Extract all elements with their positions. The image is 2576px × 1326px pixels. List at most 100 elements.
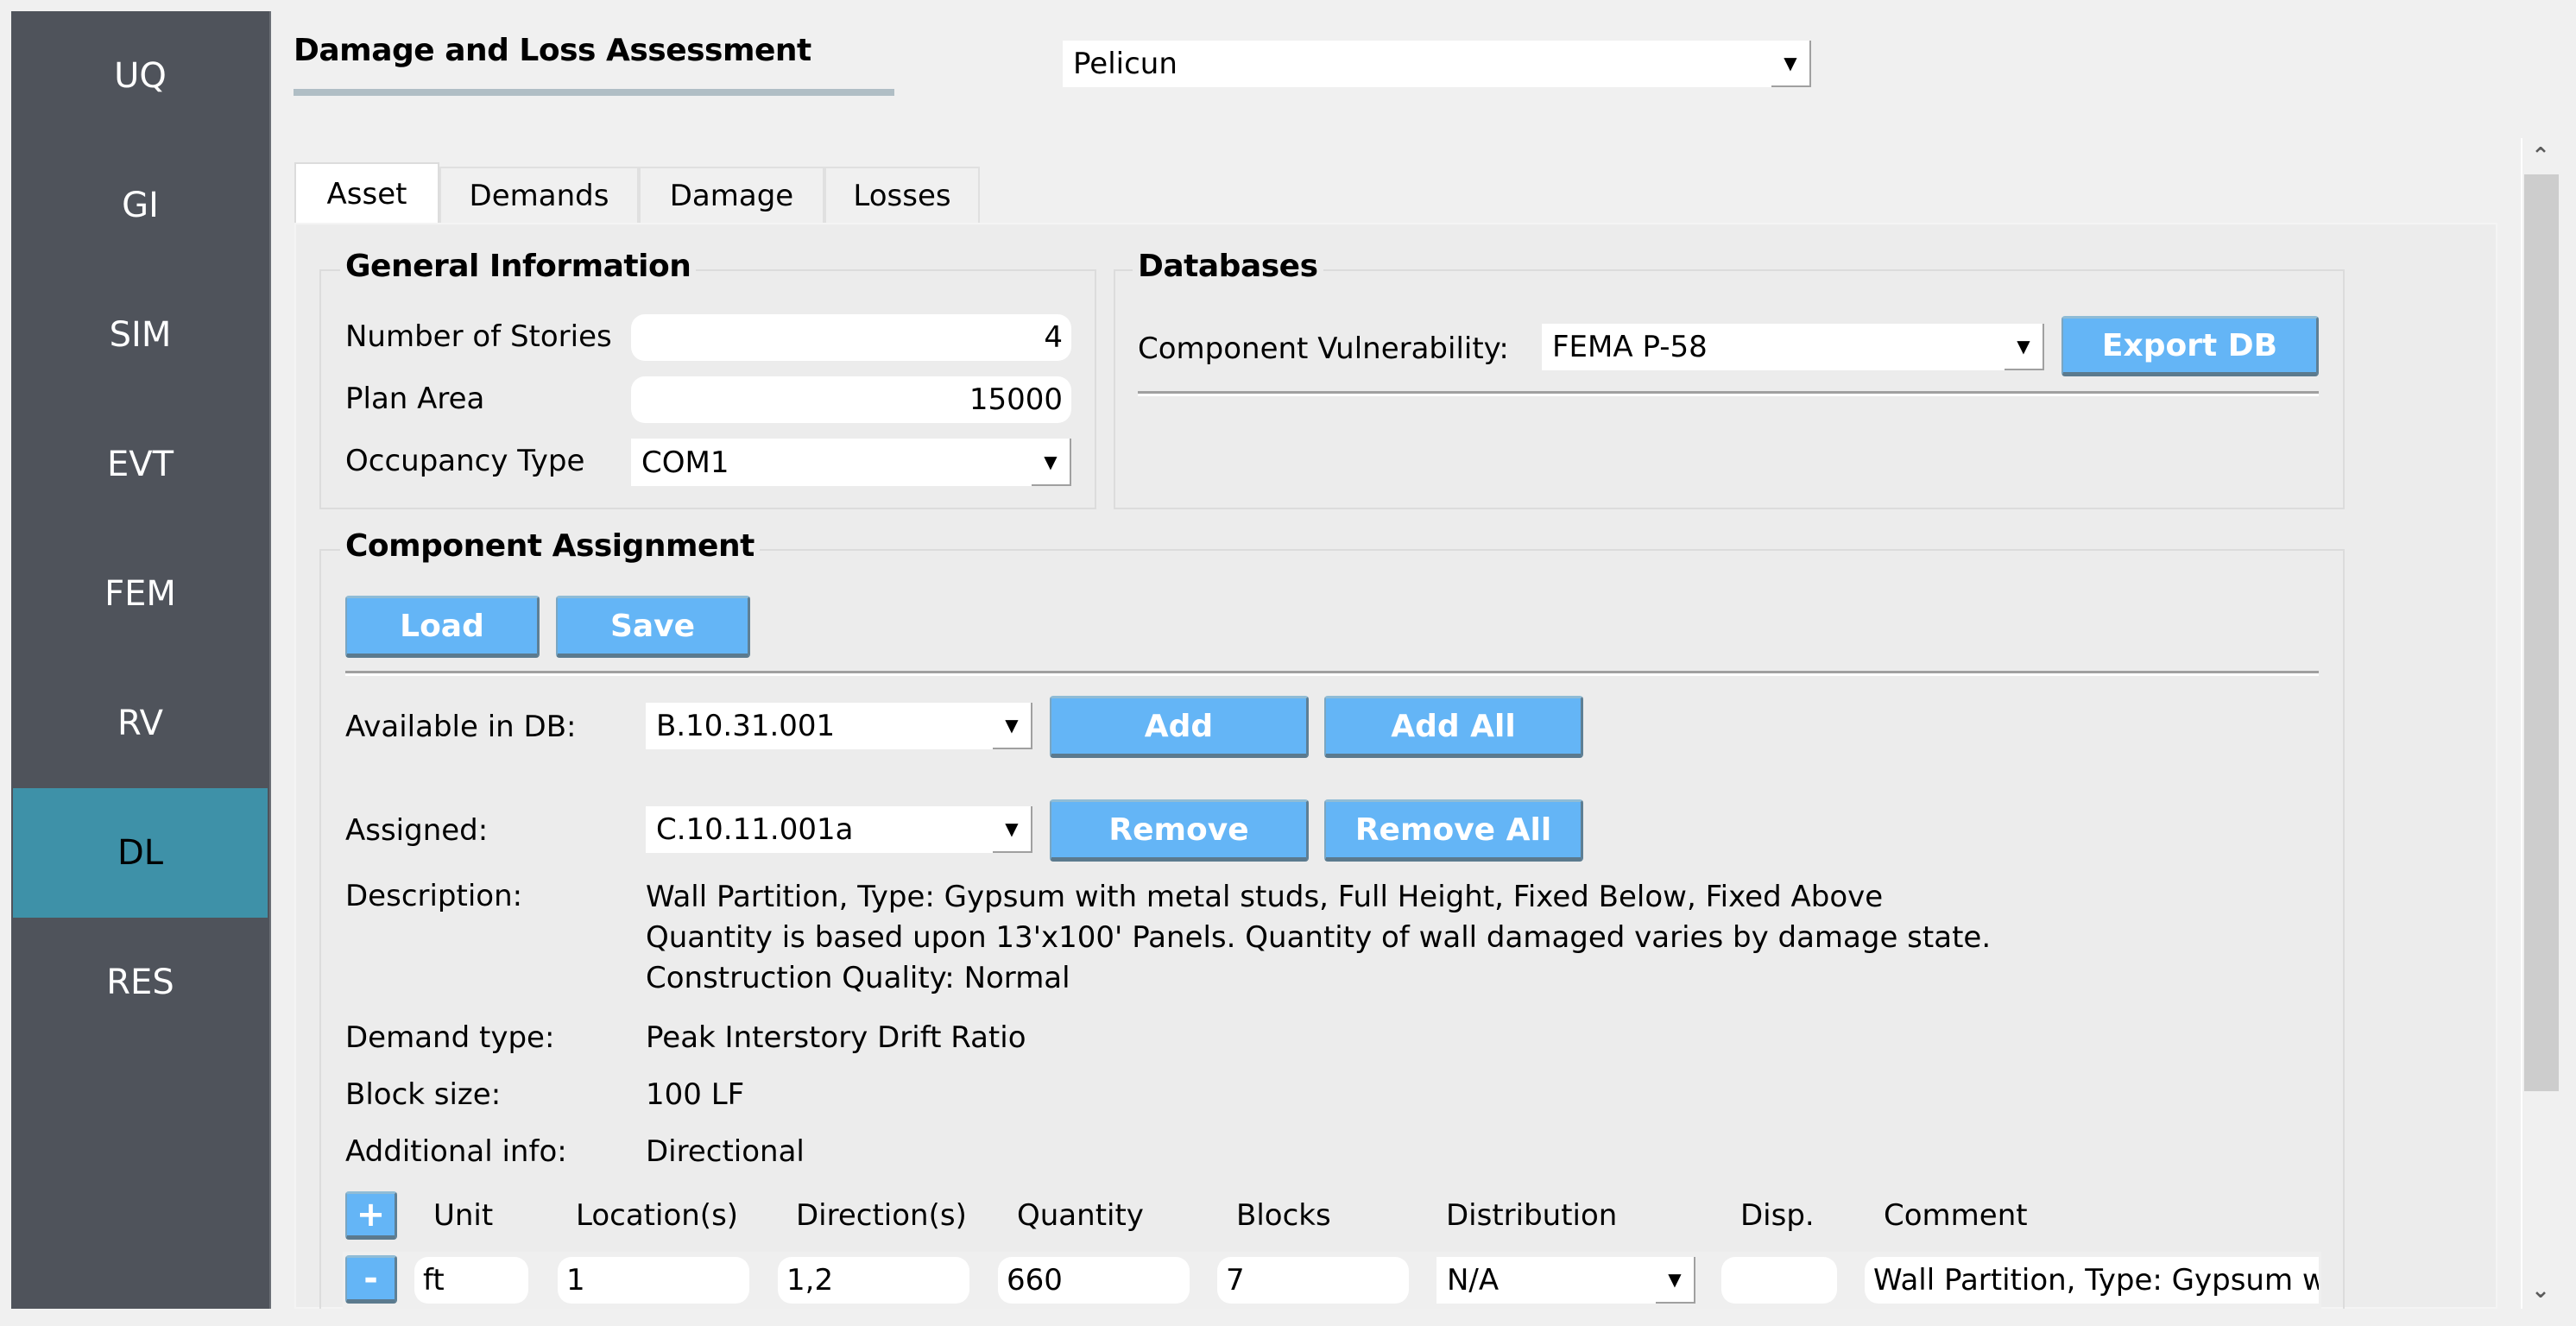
plus-icon: + <box>356 1195 386 1234</box>
plan-area-label: Plan Area <box>345 382 485 416</box>
assigned-select[interactable]: C.10.11.001a ▼ <box>646 806 1032 853</box>
dl-method-value: Pelicun <box>1073 47 1178 81</box>
available-in-db-label: Available in DB: <box>345 710 577 744</box>
tab-label: Damage <box>669 178 794 213</box>
scroll-up-icon[interactable]: ⌃ <box>2522 138 2559 174</box>
locations-input[interactable]: 1 <box>558 1257 749 1304</box>
add-row-button[interactable]: + <box>345 1191 397 1240</box>
column-header-blocks: Blocks <box>1236 1198 1331 1233</box>
assigned-value: C.10.11.001a <box>656 812 854 847</box>
dl-method-select[interactable]: Pelicun ▼ <box>1063 41 1811 87</box>
sidebar-item-label: FEM <box>104 574 176 614</box>
component-assignment-title: Component Assignment <box>340 528 760 564</box>
sidebar-item-rv[interactable]: RV <box>13 659 268 788</box>
chevron-down-icon[interactable]: ▼ <box>1656 1257 1695 1304</box>
remove-all-button[interactable]: Remove All <box>1324 799 1583 862</box>
quantity-input[interactable]: 660 <box>998 1257 1190 1304</box>
occupancy-type-label: Occupancy Type <box>345 444 585 478</box>
sidebar-item-label: GI <box>122 186 159 225</box>
unit-input[interactable]: ft <box>414 1257 528 1304</box>
demand-type-value: Peak Interstory Drift Ratio <box>646 1020 1026 1055</box>
tab-label: Demands <box>469 178 609 213</box>
description-line: Wall Partition, Type: Gypsum with metal … <box>646 880 1884 914</box>
description-line: Construction Quality: Normal <box>646 961 1070 995</box>
column-header-locations: Location(s) <box>576 1198 739 1233</box>
plan-area-input[interactable]: 15000 <box>631 376 1071 423</box>
number-of-stories-input[interactable]: 4 <box>631 314 1071 361</box>
databases-divider <box>1138 391 2319 396</box>
comment-input[interactable]: Wall Partition, Type: Gypsum with metal … <box>1865 1257 2319 1304</box>
column-header-unit: Unit <box>433 1198 494 1233</box>
column-header-directions: Direction(s) <box>796 1198 967 1233</box>
databases-group <box>1114 269 2345 509</box>
occupancy-type-select[interactable]: COM1 ▼ <box>631 439 1071 486</box>
component-vulnerability-select[interactable]: FEMA P-58 ▼ <box>1542 324 2044 370</box>
tab-label: Asset <box>326 177 407 212</box>
sidebar-item-sim[interactable]: SIM <box>13 270 268 400</box>
assigned-label: Assigned: <box>345 813 489 848</box>
distribution-select[interactable]: N/A ▼ <box>1436 1257 1695 1304</box>
demand-type-label: Demand type: <box>345 1020 555 1055</box>
general-information-title: General Information <box>340 249 697 284</box>
sidebar-item-res[interactable]: RES <box>13 918 268 1047</box>
add-all-button[interactable]: Add All <box>1324 696 1583 758</box>
chevron-down-icon[interactable]: ▼ <box>1771 41 1811 87</box>
sidebar-item-dl[interactable]: DL <box>13 788 268 918</box>
chevron-down-icon[interactable]: ▼ <box>993 703 1032 749</box>
sidebar-item-label: DL <box>117 833 164 873</box>
component-assignment-divider <box>345 671 2319 676</box>
load-button[interactable]: Load <box>345 596 540 658</box>
block-size-value: 100 LF <box>646 1077 745 1112</box>
tab-label: Losses <box>853 178 951 213</box>
column-header-distribution: Distribution <box>1446 1198 1618 1233</box>
remove-row-button[interactable]: - <box>345 1255 397 1304</box>
page-title: Damage and Loss Assessment <box>294 33 811 68</box>
column-header-quantity: Quantity <box>1017 1198 1144 1233</box>
available-in-db-select[interactable]: B.10.31.001 ▼ <box>646 703 1032 749</box>
save-button[interactable]: Save <box>556 596 750 658</box>
title-underline <box>294 89 894 96</box>
sidebar-item-label: UQ <box>114 56 167 96</box>
sidebar-item-label: EVT <box>106 445 174 484</box>
block-size-label: Block size: <box>345 1077 502 1112</box>
tab-demands[interactable]: Demands <box>439 167 639 223</box>
remove-button[interactable]: Remove <box>1050 799 1309 862</box>
directions-input[interactable]: 1,2 <box>778 1257 969 1304</box>
available-in-db-value: B.10.31.001 <box>656 709 836 743</box>
sidebar-item-uq[interactable]: UQ <box>13 11 268 141</box>
sidebar: UQ GI SIM EVT FEM RV DL RES <box>11 11 271 1309</box>
sidebar-item-label: SIM <box>109 315 172 355</box>
tab-asset[interactable]: Asset <box>294 162 439 224</box>
sidebar-item-label: RV <box>117 704 163 743</box>
blocks-input[interactable]: 7 <box>1217 1257 1409 1304</box>
chevron-down-icon[interactable]: ▼ <box>2005 324 2044 370</box>
export-db-button[interactable]: Export DB <box>2061 316 2319 376</box>
scroll-down-icon[interactable]: ⌄ <box>2522 1272 2559 1309</box>
description-text: Wall Partition, Type: Gypsum with metal … <box>646 877 1991 999</box>
column-header-comment: Comment <box>1884 1198 2028 1233</box>
number-of-stories-label: Number of Stories <box>345 319 612 354</box>
additional-info-value: Directional <box>646 1134 805 1169</box>
chevron-down-icon[interactable]: ▼ <box>1032 439 1071 486</box>
minus-icon: - <box>363 1259 378 1298</box>
sidebar-item-fem[interactable]: FEM <box>13 529 268 659</box>
scrollbar-thumb[interactable] <box>2524 174 2559 1091</box>
chevron-down-icon[interactable]: ▼ <box>993 806 1032 853</box>
databases-title: Databases <box>1133 249 1323 284</box>
additional-info-label: Additional info: <box>345 1134 567 1169</box>
description-line: Quantity is based upon 13'x100' Panels. … <box>646 920 1992 955</box>
occupancy-type-value: COM1 <box>641 445 729 480</box>
column-header-disp: Disp. <box>1740 1198 1815 1233</box>
description-label: Description: <box>345 879 523 913</box>
vertical-scrollbar[interactable]: ⌃ ⌄ <box>2521 138 2559 1309</box>
distribution-value: N/A <box>1447 1263 1500 1298</box>
sidebar-item-gi[interactable]: GI <box>13 141 268 270</box>
tab-losses[interactable]: Losses <box>824 167 980 223</box>
component-vulnerability-value: FEMA P-58 <box>1552 330 1708 364</box>
add-button[interactable]: Add <box>1050 696 1309 758</box>
component-vulnerability-label: Component Vulnerability: <box>1138 332 1509 366</box>
disp-input[interactable] <box>1721 1257 1837 1304</box>
tab-damage[interactable]: Damage <box>639 167 824 223</box>
sidebar-item-evt[interactable]: EVT <box>13 400 268 529</box>
sidebar-item-label: RES <box>106 963 174 1002</box>
